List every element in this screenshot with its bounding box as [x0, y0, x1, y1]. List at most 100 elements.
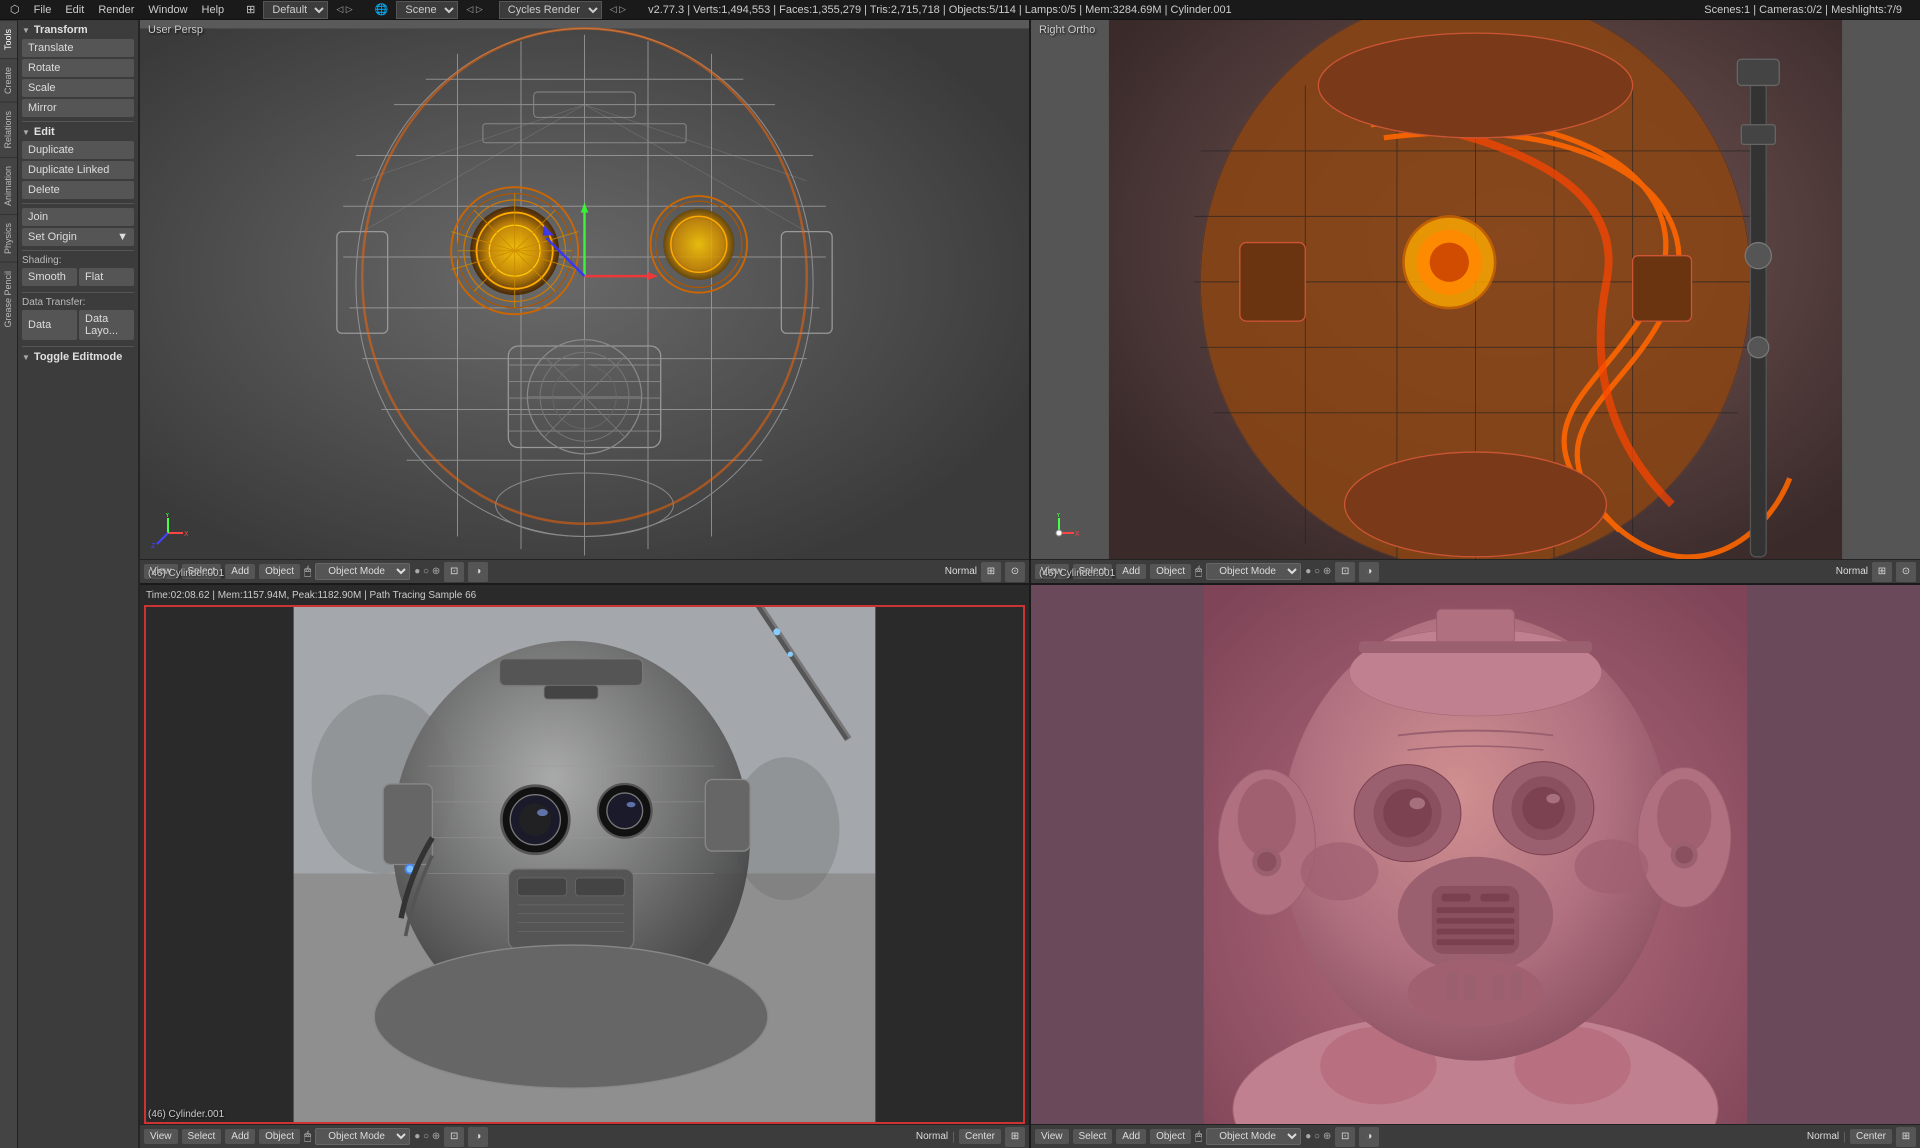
- smooth-button[interactable]: Smooth: [22, 268, 77, 286]
- viewport-bottomleft[interactable]: Time:02:08.62 | Mem:1157.94M, Peak:1182.…: [140, 585, 1029, 1148]
- bottomleft-add-btn[interactable]: Add: [225, 1129, 255, 1144]
- vtab-relations[interactable]: Relations: [0, 102, 17, 157]
- edit-triangle: ▼: [22, 128, 30, 137]
- divider-bar: |: [952, 1131, 955, 1143]
- wireframe-icon-3[interactable]: ⊡: [444, 1127, 464, 1147]
- bottomright-object-btn[interactable]: Object: [1150, 1129, 1191, 1144]
- duplicate-linked-button[interactable]: Duplicate Linked: [22, 161, 134, 179]
- snap-icon-2[interactable]: ⊞: [1872, 562, 1892, 582]
- duplicate-button[interactable]: Duplicate: [22, 141, 134, 159]
- cursor-icon-3: 🖱: [304, 1129, 311, 1144]
- bottomleft-normal-label: Normal: [916, 1131, 948, 1142]
- menu-edit[interactable]: Edit: [59, 4, 90, 16]
- transform-label: Transform: [34, 24, 88, 36]
- topleft-object-btn[interactable]: Object: [259, 564, 300, 579]
- translate-button[interactable]: Translate: [22, 39, 134, 57]
- topleft-header: User Persp: [148, 24, 203, 36]
- bottomleft-object-btn[interactable]: Object: [259, 1129, 300, 1144]
- pivot-icon-1[interactable]: ⊙: [1005, 562, 1025, 582]
- svg-text:X: X: [184, 531, 188, 538]
- wireframe-icon-1[interactable]: ⊡: [444, 562, 464, 582]
- layout-select[interactable]: Default: [263, 1, 328, 19]
- menu-window[interactable]: Window: [142, 4, 193, 16]
- blender-icon[interactable]: ⬡: [4, 3, 26, 16]
- view-icons-1: ● ○ ⊕: [414, 566, 440, 577]
- data-transfer-label: Data Transfer:: [22, 297, 134, 308]
- shading-row: Smooth Flat: [22, 268, 134, 288]
- wireframe-svg: [140, 20, 1029, 583]
- scene-select[interactable]: Scene: [396, 1, 458, 19]
- topright-add-btn[interactable]: Add: [1116, 564, 1146, 579]
- data-button[interactable]: Data: [22, 310, 77, 340]
- menu-render[interactable]: Render: [92, 4, 140, 16]
- shading-icon-3[interactable]: ◑: [468, 1127, 488, 1147]
- scene-label: 🌐: [369, 3, 395, 16]
- scenes-info: Scenes:1 | Cameras:0/2 | Meshlights:7/9: [1698, 4, 1908, 16]
- topleft-bottom-bar: View Select Add Object 🖱 Object Mode ● ○…: [140, 559, 1029, 583]
- vtab-tools[interactable]: Tools: [0, 20, 17, 58]
- topright-svg: [1031, 20, 1920, 583]
- vtab-physics[interactable]: Physics: [0, 214, 17, 262]
- viewport-topleft[interactable]: User Persp: [140, 20, 1029, 583]
- divider-5: [22, 346, 134, 347]
- topright-object-btn[interactable]: Object: [1150, 564, 1191, 579]
- transform-section: ▼ Transform: [22, 24, 134, 36]
- wireframe-icon-4[interactable]: ⊡: [1335, 1127, 1355, 1147]
- flat-button[interactable]: Flat: [79, 268, 134, 286]
- data-layout-button[interactable]: Data Layo...: [79, 310, 134, 340]
- bottomright-mode-select[interactable]: Object Mode: [1206, 1128, 1301, 1145]
- menu-file[interactable]: File: [28, 4, 58, 16]
- delete-button[interactable]: Delete: [22, 181, 134, 199]
- cursor-icon-4: 🖱: [1195, 1129, 1202, 1144]
- scale-button[interactable]: Scale: [22, 79, 134, 97]
- shading-icon-4[interactable]: ◑: [1359, 1127, 1379, 1147]
- pivot-icon-2[interactable]: ⊙: [1896, 562, 1916, 582]
- mirror-button[interactable]: Mirror: [22, 99, 134, 117]
- topright-mode-select[interactable]: Object Mode: [1206, 563, 1301, 580]
- bottomright-add-btn[interactable]: Add: [1116, 1129, 1146, 1144]
- transform-triangle: ▼: [22, 26, 30, 35]
- engine-select[interactable]: Cycles Render: [499, 1, 602, 19]
- bottomright-view-btn[interactable]: View: [1035, 1129, 1069, 1144]
- divider-3: [22, 250, 134, 251]
- shading-label: Shading:: [22, 255, 134, 266]
- menu-help[interactable]: Help: [196, 4, 231, 16]
- cursor-icon-2: 🖱: [1195, 564, 1202, 579]
- svg-text:X: X: [1075, 531, 1079, 538]
- edit-section: ▼ Edit: [22, 126, 134, 138]
- shading-icon-2[interactable]: ◑: [1359, 562, 1379, 582]
- vtab-animation[interactable]: Animation: [0, 157, 17, 214]
- sidebar-content: ▼ Transform Translate Rotate Scale Mirro…: [18, 20, 138, 1148]
- snap-icon-4[interactable]: ⊞: [1896, 1127, 1916, 1147]
- bottomleft-mode-select[interactable]: Object Mode: [315, 1128, 410, 1145]
- join-button[interactable]: Join: [22, 208, 134, 226]
- set-origin-button[interactable]: Set Origin ▼: [22, 228, 134, 246]
- topleft-mode-select[interactable]: Object Mode: [315, 563, 410, 580]
- bottomleft-center-btn[interactable]: Center: [959, 1129, 1001, 1144]
- shading-icon-1[interactable]: ◑: [468, 562, 488, 582]
- topleft-add-btn[interactable]: Add: [225, 564, 255, 579]
- editmode-triangle: ▼: [22, 353, 30, 362]
- wireframe-icon-2[interactable]: ⊡: [1335, 562, 1355, 582]
- divider-1: [22, 121, 134, 122]
- bottomright-select-btn[interactable]: Select: [1073, 1129, 1113, 1144]
- bottomright-center-btn[interactable]: Center: [1850, 1129, 1892, 1144]
- vtab-create[interactable]: Create: [0, 58, 17, 102]
- vtabs: Tools Create Relations Animation Physics…: [0, 20, 18, 1148]
- divider-2: [22, 203, 134, 204]
- snap-icon-3[interactable]: ⊞: [1005, 1127, 1025, 1147]
- bottomleft-view-btn[interactable]: View: [144, 1129, 178, 1144]
- topright-normal-label: Normal: [1836, 566, 1868, 577]
- render-progress-bar: Time:02:08.62 | Mem:1157.94M, Peak:1182.…: [140, 585, 1029, 605]
- snap-icon-1[interactable]: ⊞: [981, 562, 1001, 582]
- viewport-bottomright[interactable]: View Select Add Object 🖱 Object Mode ● ○…: [1031, 585, 1920, 1148]
- viewport-topright[interactable]: Right Ortho: [1031, 20, 1920, 583]
- data-transfer-row: Data Data Layo...: [22, 310, 134, 342]
- divider-bar-2: |: [1843, 1131, 1846, 1143]
- edit-label: Edit: [34, 126, 55, 138]
- render-svg: [140, 605, 1029, 1124]
- rotate-button[interactable]: Rotate: [22, 59, 134, 77]
- bottomleft-select-btn[interactable]: Select: [182, 1129, 222, 1144]
- divider-4: [22, 292, 134, 293]
- vtab-grease-pencil[interactable]: Grease Pencil: [0, 262, 17, 336]
